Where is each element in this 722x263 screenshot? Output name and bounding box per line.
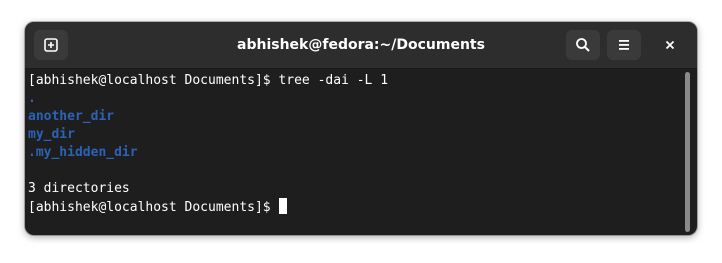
terminal-line-hidden-dir: .my_hidden_dir	[28, 145, 138, 160]
close-icon	[665, 40, 675, 50]
search-icon	[576, 38, 590, 52]
scrollbar[interactable]	[685, 72, 690, 232]
terminal-line-summary: 3 directories	[28, 181, 130, 196]
title-bar: abhishek@fedora:~/Documents	[25, 22, 697, 69]
text-cursor	[278, 198, 287, 214]
window-title: abhishek@fedora:~/Documents	[237, 37, 485, 53]
new-tab-button[interactable]	[34, 30, 68, 60]
new-tab-icon	[44, 38, 58, 52]
terminal-output[interactable]: [abhishek@localhost Documents]$ tree -da…	[25, 69, 683, 235]
search-button[interactable]	[566, 30, 600, 60]
terminal-line-another-dir: another_dir	[28, 109, 115, 124]
terminal-line-command: [abhishek@localhost Documents]$ tree -da…	[28, 73, 389, 88]
terminal-line-current-dir: .	[28, 91, 36, 106]
hamburger-menu-icon	[619, 40, 629, 50]
terminal-prompt-line: [abhishek@localhost Documents]$	[28, 198, 683, 216]
terminal-window: abhishek@fedora:~/Documents [abhishek@lo…	[25, 22, 697, 235]
terminal-line-my-dir: my_dir	[28, 127, 75, 142]
terminal-prompt: [abhishek@localhost Documents]$	[28, 200, 271, 215]
close-button[interactable]	[657, 32, 683, 58]
menu-button[interactable]	[607, 30, 641, 60]
